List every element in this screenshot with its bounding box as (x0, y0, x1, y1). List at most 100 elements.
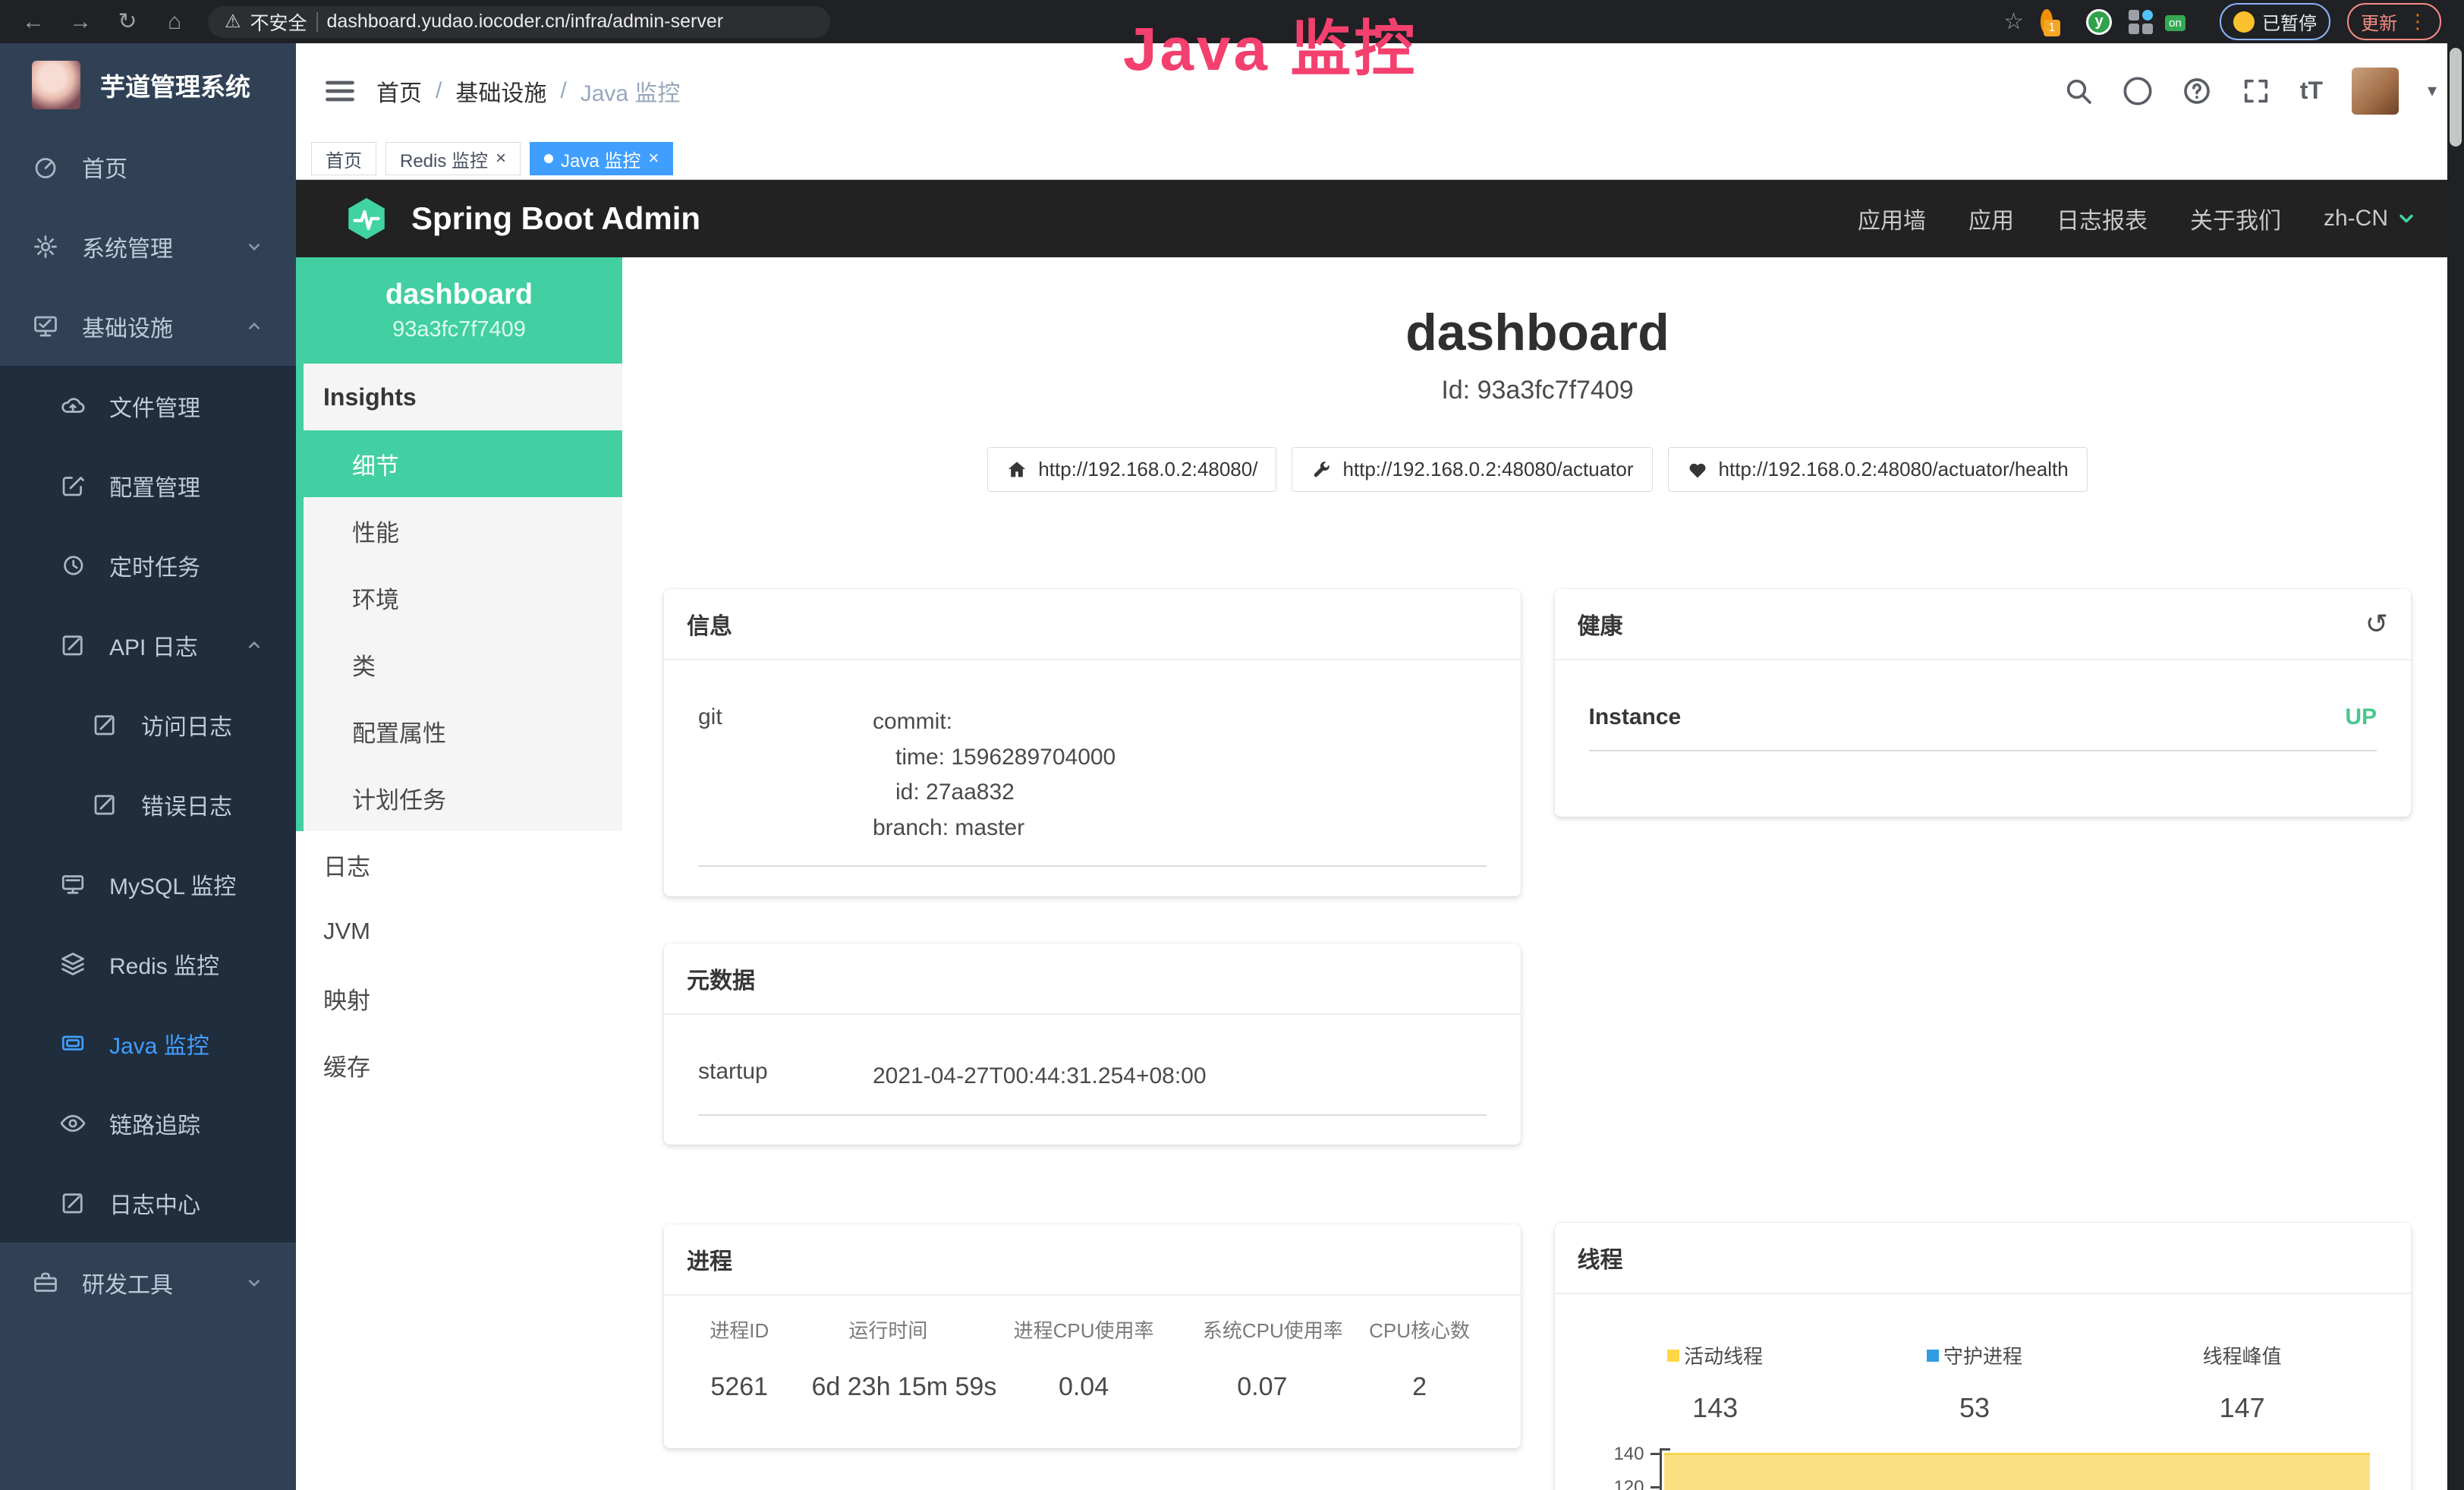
extension-icon[interactable]: 1 (2041, 15, 2053, 29)
extension-icon[interactable]: y (2086, 9, 2112, 35)
legend-label: 活动线程 (1684, 1341, 1763, 1369)
app-logo-row[interactable]: 芋道管理系统 (0, 43, 296, 127)
dashboard-icon (32, 153, 59, 181)
security-label[interactable]: 不安全 (250, 8, 307, 36)
forward-icon[interactable]: → (59, 9, 102, 35)
sidebar-item-label: 系统管理 (82, 230, 173, 263)
actuator-url-button[interactable]: http://192.168.0.2:48080/actuator (1292, 447, 1652, 492)
sba-item-environment[interactable]: 环境 (304, 564, 622, 631)
info-line: time: 1596289704000 (873, 740, 1116, 776)
sidebar-item-label: 访问日志 (141, 708, 232, 742)
app-logo (32, 61, 80, 109)
browser-home-icon[interactable]: ⌂ (153, 9, 196, 35)
emoji-face-icon (2233, 11, 2255, 33)
sidebar-item-system[interactable]: 系统管理 (0, 206, 296, 286)
tick-mark (1651, 1453, 1660, 1455)
sba-nav-wall[interactable]: 应用墙 (1858, 202, 1926, 235)
sba-instance-header[interactable]: dashboard 93a3fc7f7409 (296, 257, 622, 364)
edit-icon (59, 472, 87, 499)
header-actions: tT ▾ (2063, 68, 2437, 115)
sidebar-item-file[interactable]: 文件管理 (0, 366, 296, 446)
update-button[interactable]: 更新 ⋮ (2347, 3, 2441, 40)
divider (698, 865, 1487, 867)
sba-item-details[interactable]: 细节 (304, 430, 622, 497)
info-key: git (698, 704, 873, 730)
sidebar-item-dev[interactable]: 研发工具 (0, 1243, 296, 1322)
breadcrumb-separator: / (560, 78, 566, 104)
service-url-button[interactable]: http://192.168.0.2:48080/ (987, 447, 1276, 492)
sidebar-item-label: 文件管理 (109, 389, 200, 423)
sidebar-item-config[interactable]: 配置管理 (0, 446, 296, 525)
sidebar-item-trace[interactable]: 链路追踪 (0, 1083, 296, 1163)
bookmark-star-icon[interactable]: ☆ (2003, 8, 2024, 35)
back-icon[interactable]: ← (12, 9, 55, 35)
text-size-icon[interactable]: tT (2300, 77, 2323, 105)
avatar[interactable] (2352, 68, 2399, 115)
screen-icon (59, 871, 87, 898)
legend-label: 线程峰值 (2203, 1341, 2282, 1369)
help-icon[interactable] (2182, 76, 2212, 106)
sba-item-metrics[interactable]: 性能 (304, 497, 622, 564)
sidebar-item-apilog[interactable]: API 日志 (0, 605, 296, 685)
reload-icon[interactable]: ↻ (106, 8, 149, 35)
avatar-caret-icon[interactable]: ▾ (2428, 80, 2437, 102)
sidebar-item-errorlog[interactable]: 错误日志 (0, 764, 296, 844)
sba-item-jvm[interactable]: JVM (296, 898, 622, 965)
github-icon[interactable] (2123, 76, 2153, 106)
sba-language-select[interactable]: zh-CN (2324, 206, 2417, 232)
history-icon[interactable]: ↺ (2365, 610, 2388, 638)
sba-nav-about[interactable]: 关于我们 (2190, 202, 2281, 235)
health-url-button[interactable]: http://192.168.0.2:48080/actuator/health (1668, 447, 2088, 492)
sidebar-item-home[interactable]: 首页 (0, 127, 296, 206)
scrollbar-thumb[interactable] (2450, 48, 2462, 146)
sba-nav-applications[interactable]: 应用 (1968, 202, 2014, 235)
sidebar-item-mysql[interactable]: MySQL 监控 (0, 844, 296, 924)
tags-view: 首页 Redis 监控 × Java 监控 × (296, 138, 2464, 180)
live-threads-value: 143 (1578, 1392, 1853, 1424)
close-icon[interactable]: × (496, 150, 506, 168)
update-label: 更新 (2361, 8, 2397, 35)
sidebar-item-infra[interactable]: 基础设施 (0, 286, 296, 366)
home-icon (1006, 459, 1027, 480)
browser-menu-icon[interactable]: ⋮ (2408, 10, 2428, 33)
sidebar-item-logcenter[interactable]: 日志中心 (0, 1163, 296, 1243)
tab-home[interactable]: 首页 (311, 142, 376, 175)
hamburger-icon[interactable] (323, 74, 357, 108)
scrollbar[interactable] (2447, 43, 2464, 1490)
address-bar[interactable]: ⚠ 不安全 dashboard.yudao.iocoder.cn/infra/a… (208, 6, 830, 38)
legend-daemon-threads: 守护进程 (1853, 1341, 2097, 1369)
sba-brand[interactable]: Spring Boot Admin (411, 200, 700, 237)
tab-redis[interactable]: Redis 监控 × (385, 142, 521, 175)
sba-instance-name: dashboard (385, 279, 533, 311)
sba-item-caches[interactable]: 缓存 (296, 1032, 622, 1098)
fullscreen-icon[interactable] (2241, 76, 2271, 106)
extension-icon[interactable] (2129, 10, 2153, 34)
close-icon[interactable]: × (648, 150, 659, 168)
sba-nav: 应用墙 应用 日志报表 关于我们 zh-CN (1858, 202, 2417, 235)
sba-section-insights[interactable]: Insights (304, 364, 622, 430)
breadcrumb-infra[interactable]: 基础设施 (455, 74, 546, 108)
sidebar-item-accesslog[interactable]: 访问日志 (0, 685, 296, 764)
legend-live-threads: 活动线程 (1578, 1341, 1853, 1369)
sidebar-item-java[interactable]: Java 监控 (0, 1003, 296, 1083)
breadcrumb-home[interactable]: 首页 (376, 74, 422, 108)
sidebar-item-job[interactable]: 定时任务 (0, 525, 296, 605)
sba-nav-journal[interactable]: 日志报表 (2056, 202, 2148, 235)
sba-item-logs[interactable]: 日志 (296, 831, 622, 898)
sidebar-item-redis[interactable]: Redis 监控 (0, 924, 296, 1003)
paused-badge[interactable]: 已暂停 (2220, 3, 2330, 40)
tab-java[interactable]: Java 监控 × (530, 142, 673, 175)
sba-item-configprops[interactable]: 配置属性 (304, 698, 622, 764)
divider (316, 12, 318, 32)
briefcase-icon (32, 1269, 59, 1296)
instance-links: http://192.168.0.2:48080/ http://192.168… (664, 447, 2411, 492)
sidebar-item-label: 错误日志 (141, 788, 232, 821)
sba-item-mappings[interactable]: 映射 (296, 965, 622, 1032)
sba-item-scheduledtasks[interactable]: 计划任务 (304, 764, 622, 831)
search-icon[interactable] (2063, 76, 2094, 106)
warning-icon: ⚠ (225, 11, 241, 33)
y-axis-line (1660, 1448, 1662, 1490)
system-cpu: 0.07 (1203, 1372, 1322, 1402)
sba-item-classes[interactable]: 类 (304, 631, 622, 698)
url-text[interactable]: dashboard.yudao.iocoder.cn/infra/admin-s… (327, 11, 724, 33)
